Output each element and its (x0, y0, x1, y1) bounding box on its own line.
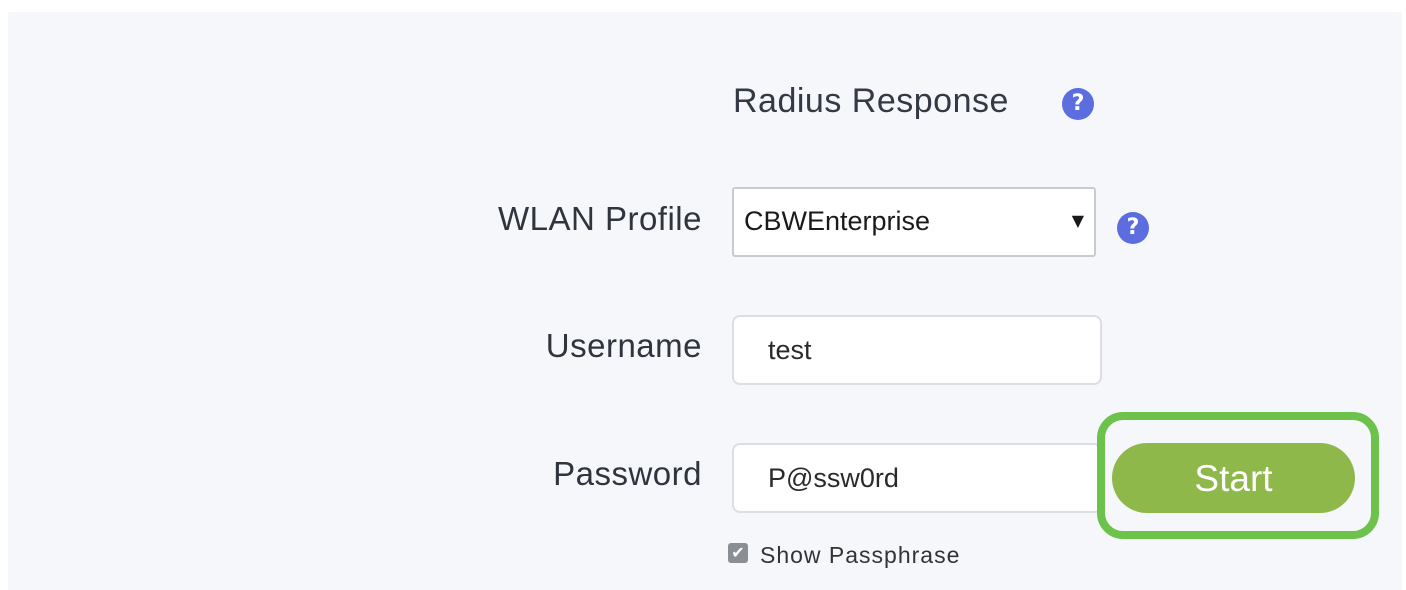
username-input[interactable] (732, 315, 1102, 385)
question-circle-icon[interactable]: ? (1117, 212, 1149, 244)
show-passphrase-checkbox[interactable]: ✔ (728, 543, 748, 563)
question-circle-icon[interactable]: ? (1062, 88, 1094, 120)
show-passphrase-label[interactable]: Show Passphrase (760, 542, 960, 569)
password-label: Password (553, 455, 702, 492)
password-input[interactable] (732, 443, 1102, 513)
dropdown-arrow-icon: ▼ (1071, 211, 1084, 230)
wlan-profile-select[interactable]: CBWEnterprise ▼ (732, 187, 1096, 257)
section-title: Radius Response (733, 82, 1009, 120)
start-button[interactable]: Start (1112, 443, 1355, 513)
wlan-profile-label: WLAN Profile (497, 200, 702, 237)
username-label: Username (545, 327, 702, 364)
wlan-profile-selected-value: CBWEnterprise (744, 206, 931, 236)
